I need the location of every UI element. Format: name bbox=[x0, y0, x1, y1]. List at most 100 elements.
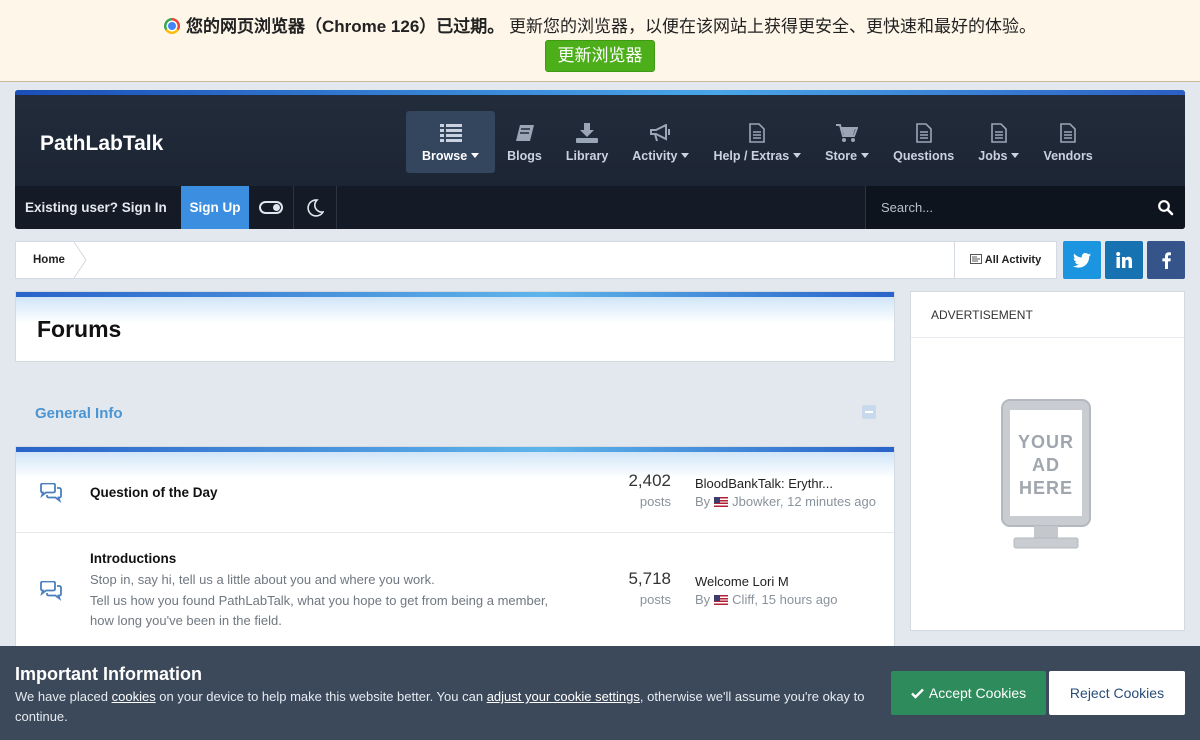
post-count-label: posts bbox=[639, 494, 671, 509]
sign-in-label: Existing user? Sign In bbox=[25, 200, 167, 215]
nav-help-extras-label: Help / Extras bbox=[713, 148, 790, 163]
document-icon bbox=[1060, 122, 1076, 144]
download-icon bbox=[576, 122, 599, 144]
check-icon bbox=[911, 688, 924, 699]
forum-title[interactable]: Introductions bbox=[90, 551, 176, 566]
forum-description-line: Tell us how you found PathLabTalk, what … bbox=[90, 592, 549, 608]
nav-jobs[interactable]: Jobs bbox=[966, 111, 1031, 173]
document-icon bbox=[991, 122, 1007, 144]
forum-description-line: Stop in, say hi, tell us a little about … bbox=[90, 572, 435, 587]
toggle-icon bbox=[259, 201, 283, 214]
ad-text-line-1: YOUR bbox=[1018, 432, 1074, 452]
list-item: Question of the Day 2,402 posts BloodBan… bbox=[16, 447, 894, 533]
search-icon[interactable] bbox=[1157, 199, 1175, 217]
category-title[interactable]: General Info bbox=[35, 405, 123, 422]
us-flag-icon bbox=[714, 595, 729, 605]
nav-help-extras[interactable]: Help / Extras bbox=[701, 111, 813, 173]
page-title: Forums bbox=[37, 316, 122, 342]
last-post-title[interactable]: BloodBankTalk: Erythr... bbox=[695, 476, 833, 491]
site-header: PathLabTalk Browse Blogs Library Activit… bbox=[15, 90, 1185, 229]
all-activity-label: All Activity bbox=[984, 254, 1042, 266]
nav-activity-label: Activity bbox=[632, 148, 678, 163]
last-post-author[interactable]: Jbowker bbox=[732, 494, 780, 509]
last-post-title[interactable]: Welcome Lori M bbox=[695, 574, 789, 589]
nav-activity[interactable]: Activity bbox=[620, 111, 701, 173]
nav-library[interactable]: Library bbox=[554, 111, 620, 173]
reject-cookies-button[interactable]: Reject Cookies bbox=[1049, 671, 1185, 715]
last-post-meta: By Cliff, 15 hours ago bbox=[695, 592, 837, 607]
collapse-icon[interactable] bbox=[862, 405, 876, 419]
us-flag-icon bbox=[714, 497, 729, 507]
cookies-link[interactable]: cookies bbox=[112, 689, 156, 704]
outdated-browser-banner: 您的网页浏览器（Chrome 126）已过期。 更新您的浏览器，以便在该网站上获… bbox=[0, 0, 1200, 82]
nav-store[interactable]: Store bbox=[813, 111, 881, 173]
nav-browse[interactable]: Browse bbox=[406, 111, 496, 173]
ad-placeholder-image[interactable]: YOUR AD HERE bbox=[1000, 398, 1096, 558]
cookie-text-part: on your device to help make this website… bbox=[155, 689, 487, 704]
document-icon bbox=[915, 122, 932, 144]
facebook-button[interactable] bbox=[1147, 241, 1185, 279]
site-logo[interactable]: PathLabTalk bbox=[40, 132, 163, 156]
list-item: Introductions Stop in, say hi, tell us a… bbox=[16, 533, 894, 663]
list-icon bbox=[439, 122, 462, 144]
advertisement-widget: ADVERTISEMENT YOUR AD HERE bbox=[910, 291, 1185, 631]
ad-text-line-3: HERE bbox=[1019, 478, 1073, 498]
outdated-browser-title: 您的网页浏览器（Chrome 126）已过期。 bbox=[185, 17, 505, 36]
last-post-author[interactable]: Cliff bbox=[732, 592, 754, 607]
nav-blogs[interactable]: Blogs bbox=[495, 111, 554, 173]
main-nav: Browse Blogs Library Activity Help / Ext… bbox=[406, 111, 1105, 173]
chevron-down-icon bbox=[681, 152, 690, 158]
sign-up-button[interactable]: Sign Up bbox=[181, 186, 249, 229]
moon-icon bbox=[307, 198, 324, 217]
nav-library-label: Library bbox=[565, 148, 609, 163]
cookie-notice-text: We have placed cookies on your device to… bbox=[15, 687, 875, 727]
breadcrumb-home[interactable]: Home bbox=[16, 242, 82, 278]
megaphone-icon bbox=[649, 122, 672, 144]
twitter-button[interactable] bbox=[1063, 241, 1101, 279]
cookie-settings-link[interactable]: adjust your cookie settings bbox=[487, 689, 640, 704]
nav-blogs-label: Blogs bbox=[507, 148, 542, 163]
all-activity-link[interactable]: All Activity bbox=[954, 242, 1056, 278]
comments-icon[interactable] bbox=[39, 581, 63, 601]
linkedin-button[interactable] bbox=[1105, 241, 1143, 279]
outdated-browser-text: 更新您的浏览器，以便在该网站上获得更安全、更快速和最好的体验。 bbox=[509, 17, 1037, 36]
advertisement-header: ADVERTISEMENT bbox=[911, 292, 1184, 338]
post-count: 2,402 bbox=[628, 471, 671, 490]
page-header: Forums bbox=[15, 291, 895, 362]
post-count-label: posts bbox=[639, 592, 671, 607]
user-bar: Existing user? Sign In Sign Up bbox=[15, 186, 1185, 229]
nav-store-label: Store bbox=[825, 148, 858, 163]
forum-description: Stop in, say hi, tell us a little about … bbox=[90, 570, 548, 632]
chevron-down-icon bbox=[861, 152, 870, 158]
cookie-text-part: We have placed bbox=[15, 689, 112, 704]
accept-cookies-button[interactable]: Accept Cookies bbox=[891, 671, 1046, 715]
last-post-by: By bbox=[695, 494, 711, 509]
theme-toggle[interactable] bbox=[249, 186, 294, 229]
nav-questions[interactable]: Questions bbox=[881, 111, 966, 173]
nav-questions-label: Questions bbox=[893, 148, 955, 163]
facebook-icon bbox=[1161, 251, 1171, 269]
nav-vendors[interactable]: Vendors bbox=[1031, 111, 1104, 173]
search-input[interactable] bbox=[866, 186, 1146, 229]
activity-icon bbox=[969, 254, 982, 264]
dark-mode-button[interactable] bbox=[294, 186, 337, 229]
chevron-down-icon bbox=[471, 152, 480, 158]
chevron-down-icon bbox=[1011, 152, 1020, 158]
last-post-time: , 15 hours ago bbox=[754, 592, 838, 607]
nav-jobs-label: Jobs bbox=[978, 148, 1008, 163]
nav-browse-label: Browse bbox=[422, 148, 468, 163]
forum-list: Question of the Day 2,402 posts BloodBan… bbox=[15, 446, 895, 666]
document-icon bbox=[749, 122, 766, 144]
post-count: 5,718 bbox=[628, 569, 671, 588]
breadcrumb-separator-icon bbox=[74, 242, 87, 278]
forum-title[interactable]: Question of the Day bbox=[90, 485, 218, 500]
sign-in-link[interactable]: Existing user? Sign In bbox=[15, 186, 181, 229]
forum-description-line: how long you've been in the field. bbox=[90, 613, 282, 628]
breadcrumb: Home All Activity bbox=[15, 241, 1057, 279]
chrome-icon bbox=[163, 18, 180, 34]
comments-icon[interactable] bbox=[39, 483, 63, 503]
linkedin-icon bbox=[1116, 252, 1132, 268]
search-box bbox=[865, 186, 1185, 229]
update-browser-button[interactable]: 更新浏览器 bbox=[545, 40, 655, 72]
outdated-browser-message: 您的网页浏览器（Chrome 126）已过期。 更新您的浏览器，以便在该网站上获… bbox=[0, 12, 1200, 37]
